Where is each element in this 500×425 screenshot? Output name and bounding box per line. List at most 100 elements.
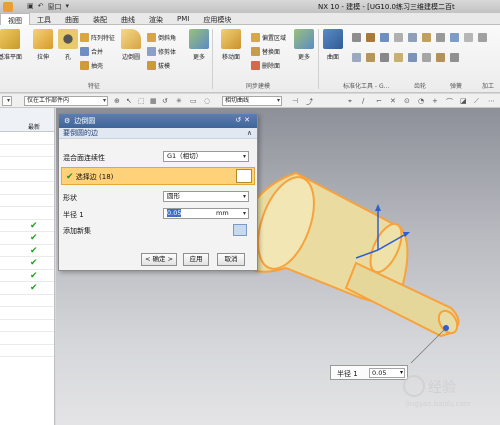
edge-handle[interactable] [443,325,449,331]
surface-button[interactable]: 曲面 [322,29,344,61]
pattern-feature-button[interactable]: 阵列特征 [80,33,115,42]
replace-face-button[interactable]: 替换面 [251,47,280,56]
section-edges-to-blend[interactable]: 要倒圆的边 ∧ [59,128,257,139]
extrude-button[interactable]: 拉伸 [28,29,58,61]
snap-midpoint-icon[interactable]: / [362,97,364,105]
tool-icon[interactable] [464,33,473,42]
more-sync-button[interactable]: 更多 [293,29,315,61]
navigator-row[interactable] [0,307,54,320]
navigator-row[interactable] [0,157,54,170]
tool-icon[interactable] [478,33,487,42]
tab-pmi[interactable]: PMI [170,13,196,25]
continuity-select[interactable]: G1（相切） ▾ [163,151,249,162]
lasso-icon[interactable]: ◌ [204,97,210,105]
tool-icon[interactable] [436,53,445,62]
tool-icon[interactable] [380,33,389,42]
snap-more-icon[interactable]: ⋯ [488,97,495,105]
tool-icon[interactable] [366,33,375,42]
shape-select[interactable]: 圆形 ▾ [163,191,249,202]
shell-button[interactable]: 抽壳 [80,61,103,70]
cancel-button[interactable]: 取消 [217,253,245,266]
navigator-row[interactable]: ✔ [0,220,54,232]
tab-surface[interactable]: 曲面 [58,13,86,25]
navigator-row[interactable] [0,345,54,357]
close-icon[interactable]: ✕ [244,116,253,124]
edge-blend-button[interactable]: 边倒圆 [118,29,144,61]
point-icon[interactable]: ✳ [176,97,182,105]
navigator-row[interactable]: ✔ [0,270,54,282]
reset-icon[interactable]: ↺ [235,116,244,124]
nx-app-icon[interactable] [3,1,13,12]
navigator-row[interactable]: ✔ [0,282,54,295]
move-face-button[interactable]: 移动面 [216,29,246,61]
save-icon[interactable]: ▣ [27,2,34,12]
navigator-row[interactable] [0,195,54,207]
tool-icon[interactable] [352,53,361,62]
snap-control-icon[interactable]: ⌐ [376,97,382,105]
hole-button[interactable]: 孔 [57,29,79,61]
tool-icon[interactable] [408,53,417,62]
stop-at-intersection-icon[interactable]: ⊣ [292,97,298,105]
navigator-row[interactable] [0,207,54,220]
tool-icon[interactable] [394,53,403,62]
add-new-set-button[interactable] [233,224,247,236]
snap-pole-icon[interactable]: ⟋ [474,97,479,106]
unite-button[interactable]: 合并 [80,47,103,56]
snap-curve-icon[interactable]: ⌒ [446,97,453,107]
select-edge-cube-icon[interactable] [236,169,252,183]
ok-button[interactable]: < 确定 > [141,253,177,266]
navigator-row[interactable] [0,295,54,307]
scope-select[interactable]: 仅在工作部件内 ▾ [24,96,108,106]
navigator-row[interactable] [0,132,54,145]
filter-icon[interactable]: ⬚ [138,97,145,105]
navigator-row[interactable] [0,332,54,345]
snap-center-icon[interactable]: ⊙ [404,97,410,105]
tool-icon[interactable] [408,33,417,42]
snap-point-icon[interactable]: ⊕ [114,97,120,105]
snap-existing-icon[interactable]: + [432,97,438,105]
navigator-row[interactable] [0,182,54,195]
tool-icon[interactable] [450,53,459,62]
deselect-icon[interactable]: ↺ [162,97,168,105]
radius-input[interactable]: 0.05 mm ▾ [163,208,249,219]
tab-assembly[interactable]: 装配 [86,13,114,25]
offset-region-button[interactable]: 偏置区域 [251,33,286,42]
tab-application[interactable]: 应用模块 [196,13,238,25]
draft-button[interactable]: 拔模 [147,61,170,70]
chamfer-button[interactable]: 倒斜角 [147,33,176,42]
snap-endpoint-icon[interactable]: ⌖ [348,97,352,106]
rectangle-select-icon[interactable]: ▭ [190,97,197,105]
navigator-row[interactable]: ✔ [0,257,54,270]
select-arrow-icon[interactable]: ↖ [126,97,132,105]
tab-tools[interactable]: 工具 [30,13,58,25]
dialog-title-bar[interactable]: ⚙ 边倒圆 ↺✕ [59,114,257,128]
navigator-row[interactable] [0,170,54,182]
trim-body-button[interactable]: 修剪体 [147,47,176,56]
follow-fillet-icon[interactable]: ⤴ [306,97,313,107]
navigator-row[interactable] [0,145,54,157]
tab-curve[interactable]: 曲线 [114,13,142,25]
tab-render[interactable]: 渲染 [142,13,170,25]
tool-icon[interactable] [352,33,361,42]
undo-icon[interactable]: ↶ [38,2,44,12]
tool-icon[interactable] [450,33,459,42]
select-all-icon[interactable]: ▦ [150,97,157,105]
window-menu[interactable]: 窗口 [48,2,62,12]
tool-icon[interactable] [422,53,431,62]
tool-icon[interactable] [436,33,445,42]
snap-intersection-icon[interactable]: ✕ [390,97,396,105]
collapse-icon[interactable]: ∧ [247,128,252,139]
curve-rule-select[interactable]: 相切曲线 ▾ [222,96,282,106]
snap-quadrant-icon[interactable]: ◔ [418,97,424,105]
tool-icon[interactable] [422,33,431,42]
tool-icon[interactable] [380,53,389,62]
tab-view[interactable]: 视图 [0,13,30,25]
select-edge-row[interactable]: ✔ 选择边 (18) [61,167,255,185]
tool-icon[interactable] [394,33,403,42]
snap-face-icon[interactable]: ◪ [460,97,467,105]
navigator-row[interactable] [0,320,54,332]
delete-face-button[interactable]: 删除面 [251,61,280,70]
more-feature-button[interactable]: 更多 [188,29,210,61]
type-filter-select[interactable]: ▾ [2,96,12,106]
dropdown-icon[interactable]: ▾ [66,2,70,12]
